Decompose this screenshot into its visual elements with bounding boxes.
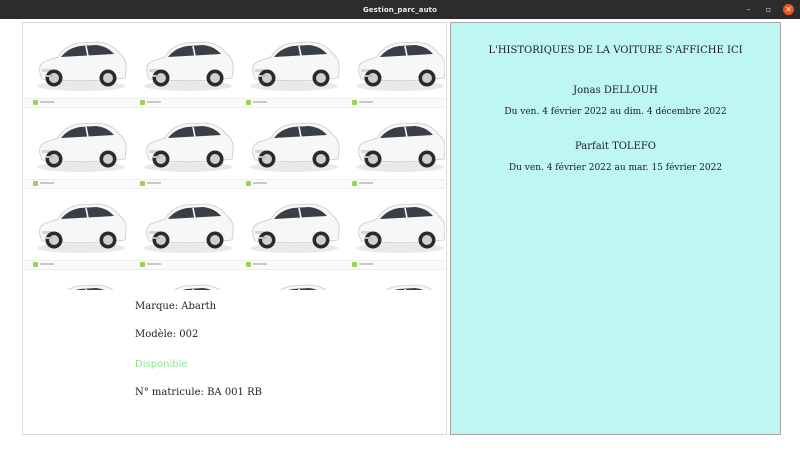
car-photo-tile (241, 188, 347, 259)
app-window: Marque: Abarth Modèle: 002 Disponible N°… (0, 19, 800, 451)
watermark-logo-icon (140, 100, 145, 105)
watermark-logo-icon (352, 262, 357, 267)
car-brand: Marque: Abarth (135, 301, 217, 312)
window-title: Gestion_parc_auto (362, 5, 438, 14)
watermark-logo-icon (352, 181, 357, 186)
car-photo-tile (347, 26, 445, 97)
car-photo-tile (28, 269, 134, 290)
car-image (24, 24, 445, 290)
car-photo-tile (135, 107, 241, 178)
watermark-logo-icon (33, 181, 38, 186)
watermark-text (147, 101, 161, 103)
maximize-button[interactable]: ▫ (763, 4, 774, 15)
watermark-text (40, 263, 54, 265)
watermark-logo-icon (246, 181, 251, 186)
car-status: Disponible (135, 359, 188, 370)
history-title: L'HISTORIQUES DE LA VOITURE S'AFFICHE IC… (488, 45, 743, 56)
watermark-logo-icon (140, 181, 145, 186)
watermark-text (359, 263, 373, 265)
car-photo-tile (347, 269, 445, 290)
watermark-logo-icon (246, 100, 251, 105)
watermark-text (253, 182, 267, 184)
watermark-text (359, 101, 373, 103)
watermark-text (147, 263, 161, 265)
history-panel: L'HISTORIQUES DE LA VOITURE S'AFFICHE IC… (450, 22, 781, 435)
history-entry-name: Jonas DELLOUH (573, 85, 658, 96)
car-photo-tile (135, 26, 241, 97)
watermark-logo-icon (33, 100, 38, 105)
watermark-text (253, 263, 267, 265)
car-photo-tile (241, 107, 347, 178)
car-photo-tile (135, 269, 241, 290)
window-controls: – ▫ ✕ (743, 4, 794, 15)
watermark-text (147, 182, 161, 184)
car-photo-tile (28, 26, 134, 97)
close-button[interactable]: ✕ (783, 4, 794, 15)
car-photo-tile (241, 26, 347, 97)
watermark-text (253, 101, 267, 103)
window-titlebar[interactable]: Gestion_parc_auto – ▫ ✕ (0, 0, 800, 19)
car-photo-tile (28, 107, 134, 178)
car-photo-tile (347, 188, 445, 259)
car-plate-number: N° matricule: BA 001 RB (135, 387, 262, 398)
car-photo-tile (241, 269, 347, 290)
car-photo-tile (347, 107, 445, 178)
watermark-logo-icon (246, 262, 251, 267)
watermark-logo-icon (352, 100, 357, 105)
car-model: Modèle: 002 (135, 329, 199, 340)
minimize-button[interactable]: – (743, 4, 754, 15)
watermark-logo-icon (140, 262, 145, 267)
history-entry-name: Parfait TOLEFO (574, 141, 657, 152)
watermark-logo-icon (33, 262, 38, 267)
watermark-text (359, 182, 373, 184)
car-photo-tile (135, 188, 241, 259)
watermark-text (40, 182, 54, 184)
car-photo-tile (28, 188, 134, 259)
history-entry-range: Du ven. 4 février 2022 au dim. 4 décembr… (504, 107, 727, 117)
watermark-text (40, 101, 54, 103)
car-details-panel: Marque: Abarth Modèle: 002 Disponible N°… (22, 22, 447, 435)
history-entry-range: Du ven. 4 février 2022 au mar. 15 févrie… (508, 163, 723, 173)
